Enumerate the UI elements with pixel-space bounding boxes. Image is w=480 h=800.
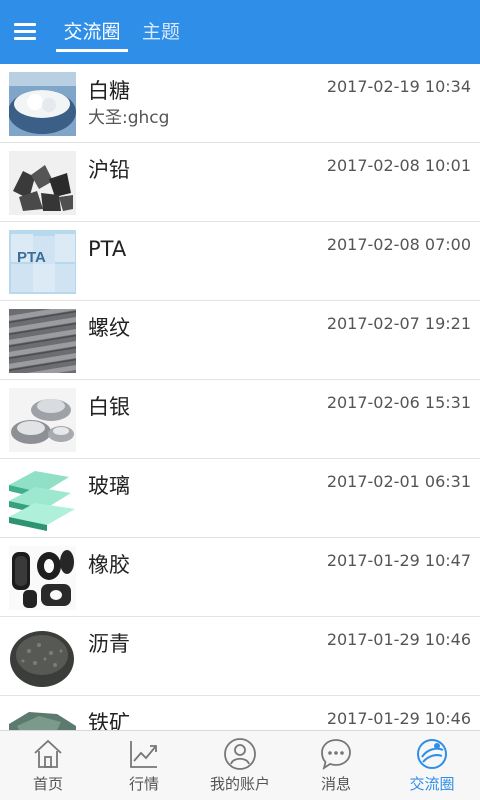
tab-community[interactable]: 交流圈 xyxy=(56,18,128,52)
nav-community[interactable]: 交流圈 xyxy=(384,731,480,800)
item-date: 2017-01-29 10:46 xyxy=(326,709,471,728)
item-name: 沥青 xyxy=(88,632,130,656)
item-date: 2017-02-01 06:31 xyxy=(326,472,471,491)
list-item[interactable]: 铁矿 2017-01-29 10:46 xyxy=(0,696,480,730)
sugar-thumbnail xyxy=(9,72,76,136)
rebar-thumbnail xyxy=(9,309,76,373)
message-icon xyxy=(319,737,353,771)
item-date: 2017-02-06 15:31 xyxy=(326,393,471,412)
home-icon xyxy=(31,737,65,771)
item-date: 2017-02-08 07:00 xyxy=(326,235,471,254)
list-item[interactable]: 螺纹 2017-02-07 19:21 xyxy=(0,301,480,380)
list-item[interactable]: 白银 2017-02-06 15:31 xyxy=(0,380,480,459)
item-name: 橡胶 xyxy=(88,553,130,577)
item-date: 2017-01-29 10:47 xyxy=(326,551,471,570)
list-item[interactable]: 玻璃 2017-02-01 06:31 xyxy=(0,459,480,538)
item-name: 白糖 xyxy=(88,79,130,103)
nav-messages[interactable]: 消息 xyxy=(288,731,384,800)
hamburger-menu-icon[interactable] xyxy=(10,18,40,46)
item-date: 2017-02-08 10:01 xyxy=(326,156,471,175)
community-list[interactable]: 白糖 大圣:ghcg 2017-02-19 10:34 沪铅 2017-02-0… xyxy=(0,64,480,730)
nav-community-label: 交流圈 xyxy=(409,775,455,793)
item-name: 铁矿 xyxy=(88,711,130,730)
list-item[interactable]: 白糖 大圣:ghcg 2017-02-19 10:34 xyxy=(0,64,480,143)
account-icon xyxy=(223,737,257,771)
list-item[interactable]: 沪铅 2017-02-08 10:01 xyxy=(0,143,480,222)
silver-thumbnail xyxy=(9,388,76,452)
glass-thumbnail xyxy=(9,467,76,531)
item-name: 沪铅 xyxy=(88,158,130,182)
item-date: 2017-02-07 19:21 xyxy=(326,314,471,333)
rubber-thumbnail xyxy=(9,546,76,610)
nav-home-label: 首页 xyxy=(32,775,63,793)
nav-account-label: 我的账户 xyxy=(209,775,270,793)
list-item[interactable]: 橡胶 2017-01-29 10:47 xyxy=(0,538,480,617)
app-bar: 交流圈 主题 xyxy=(0,0,480,64)
iron-ore-thumbnail xyxy=(9,704,76,730)
item-author: 大圣:ghcg xyxy=(88,108,170,128)
nav-account[interactable]: 我的账户 xyxy=(192,731,288,800)
nav-market[interactable]: 行情 xyxy=(96,731,192,800)
community-icon xyxy=(415,737,449,771)
item-name: 螺纹 xyxy=(88,316,130,340)
item-name: PTA xyxy=(88,237,127,261)
nav-messages-label: 消息 xyxy=(320,775,351,793)
bottom-nav: 首页 行情 我的账户 消息 交流圈 xyxy=(0,730,480,800)
item-name: 玻璃 xyxy=(88,474,130,498)
list-item[interactable]: PTA PTA 2017-02-08 07:00 xyxy=(0,222,480,301)
item-name: 白银 xyxy=(88,395,130,419)
pta-thumbnail: PTA xyxy=(9,230,76,294)
lead-thumbnail xyxy=(9,151,76,215)
item-date: 2017-01-29 10:46 xyxy=(326,630,471,649)
tab-topics[interactable]: 主题 xyxy=(138,18,184,52)
item-date: 2017-02-19 10:34 xyxy=(326,77,471,96)
list-item[interactable]: 沥青 2017-01-29 10:46 xyxy=(0,617,480,696)
asphalt-thumbnail xyxy=(9,625,76,689)
market-chart-icon xyxy=(127,737,161,771)
pta-thumb-text: PTA xyxy=(17,249,46,266)
nav-market-label: 行情 xyxy=(128,775,159,793)
nav-home[interactable]: 首页 xyxy=(0,731,96,800)
